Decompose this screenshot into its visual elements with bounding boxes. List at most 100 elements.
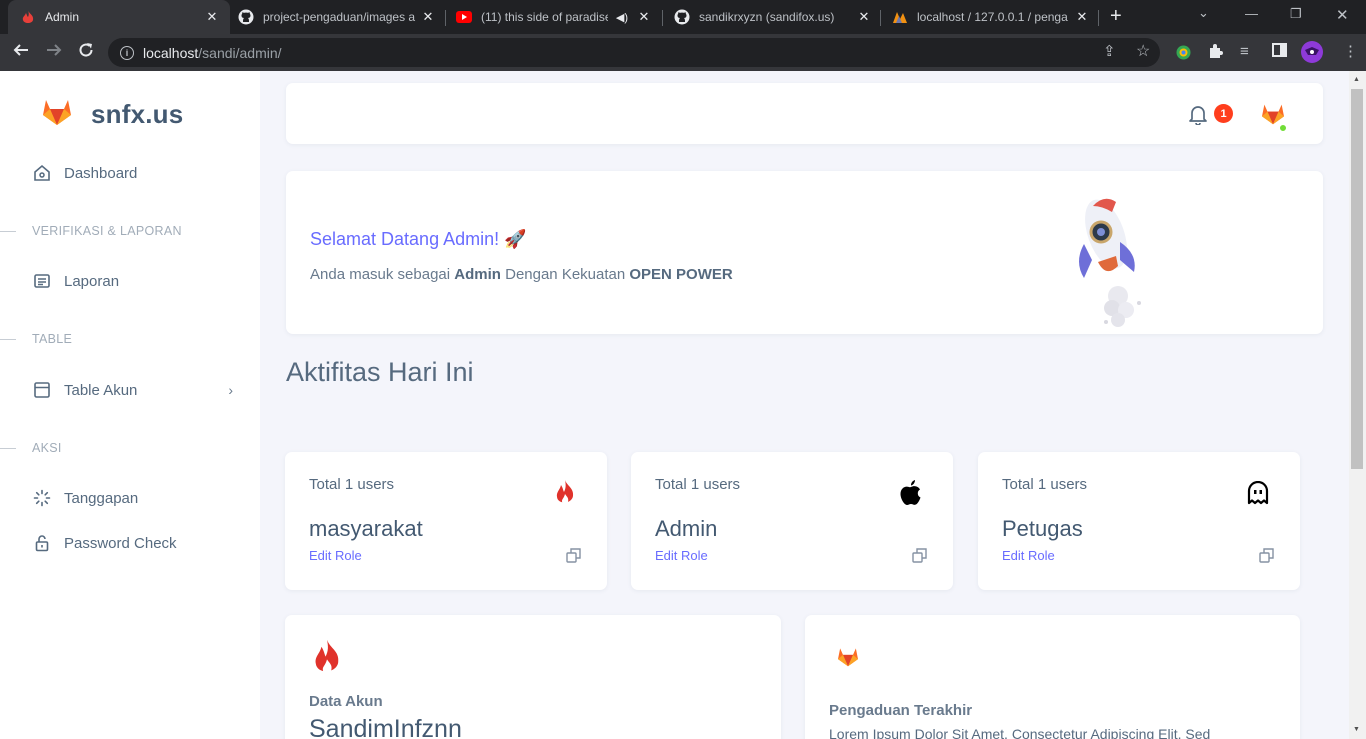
divider <box>0 230 16 232</box>
menu-header-label: VERIFIKASI & LAPORAN <box>32 224 182 238</box>
gitlab-fox-logo-icon <box>837 647 859 672</box>
extension-colorful-icon[interactable] <box>1175 44 1192 66</box>
data-akun-label: Data Akun <box>309 693 383 710</box>
data-akun-card: Data Akun SandimInfznn <box>285 615 781 739</box>
sidebar-item-label: Dashboard <box>64 164 138 182</box>
close-icon[interactable]: ✕ <box>420 9 436 25</box>
youtube-icon <box>456 9 472 25</box>
section-title: Aktifitas Hari Ini <box>286 357 474 387</box>
apple-icon <box>897 478 925 508</box>
close-icon[interactable]: ✕ <box>856 9 872 25</box>
document-icon <box>33 272 51 290</box>
profile-avatar-icon[interactable] <box>1300 40 1324 69</box>
sidebar: snfx.us Dashboard VERIFIKASI & LAPORAN L… <box>0 71 260 739</box>
gitlab-fox-logo-icon <box>42 98 72 131</box>
page-scrollbar[interactable]: ▲ ▼ <box>1349 71 1366 739</box>
menu-header-label: TABLE <box>32 332 73 346</box>
copy-icon[interactable] <box>566 548 581 568</box>
minimize-icon[interactable]: — <box>1245 6 1258 21</box>
url-input[interactable]: i localhost/sandi/admin/ <box>108 38 1160 67</box>
sidebar-item-dashboard[interactable]: Dashboard <box>33 164 233 182</box>
sidebar-item-laporan[interactable]: Laporan <box>33 272 233 290</box>
chevron-right-icon: › <box>228 382 233 398</box>
sidebar-item-table-akun[interactable]: Table Akun › <box>33 381 233 399</box>
url-host: localhost <box>143 44 199 61</box>
scroll-thumb[interactable] <box>1351 89 1363 469</box>
extensions-puzzle-icon[interactable] <box>1208 43 1224 64</box>
menu-header-table: TABLE <box>0 332 72 346</box>
tab-admin[interactable]: Admin ✕ <box>8 0 230 34</box>
bookmark-star-icon[interactable]: ☆ <box>1136 43 1150 61</box>
sidebar-item-password-check[interactable]: Password Check <box>33 534 233 552</box>
welcome-role: Admin <box>454 266 501 283</box>
github-icon <box>238 9 254 25</box>
back-icon[interactable] <box>13 42 29 63</box>
new-tab-icon[interactable]: + <box>1110 5 1122 28</box>
copy-icon[interactable] <box>912 548 927 568</box>
forward-icon[interactable] <box>46 42 62 63</box>
edit-role-link[interactable]: Edit Role <box>1002 548 1055 563</box>
reload-icon[interactable] <box>78 42 94 63</box>
tab-separator <box>662 10 663 26</box>
welcome-text-prefix: Anda masuk sebagai <box>310 266 455 283</box>
online-status-dot <box>1279 124 1287 132</box>
flame-icon <box>313 638 341 683</box>
table-icon <box>33 381 51 399</box>
speaker-icon[interactable]: ◀) <box>616 11 628 24</box>
tab-separator <box>1098 10 1099 26</box>
tab-title: localhost / 127.0.0.1 / penga <box>917 10 1068 24</box>
tab-title: sandikrxyzn (sandifox.us) <box>699 10 835 24</box>
edit-role-link[interactable]: Edit Role <box>309 548 362 563</box>
stat-card-masyarakat: Total 1 users masyarakat Edit Role <box>285 452 607 590</box>
pengaduan-text: Lorem Ipsum Dolor Sit Amet, Consectetur … <box>829 726 1211 739</box>
brand-name: snfx.us <box>91 99 184 129</box>
close-icon[interactable]: ✕ <box>204 9 220 25</box>
welcome-card: Selamat Datang Admin! 🚀 Anda masuk sebag… <box>286 171 1323 334</box>
tab-phpmyadmin[interactable]: localhost / 127.0.0.1 / penga ✕ <box>888 0 1096 34</box>
media-queue-icon[interactable]: ≡ <box>1240 43 1249 61</box>
stat-card-admin: Total 1 users Admin Edit Role <box>631 452 953 590</box>
welcome-power: OPEN POWER <box>629 266 733 283</box>
tab-github-profile[interactable]: sandikrxyzn (sandifox.us) ✕ <box>670 0 878 34</box>
flame-icon <box>551 478 579 508</box>
tab-title: Admin <box>45 10 80 24</box>
brand[interactable]: snfx.us <box>42 98 183 131</box>
tab-search-icon[interactable]: ⌄ <box>1198 5 1209 21</box>
stat-total: Total 1 users <box>655 476 741 493</box>
scroll-down-icon[interactable]: ▼ <box>1353 726 1360 733</box>
divider <box>0 447 16 449</box>
stat-role-name: Petugas <box>1002 516 1083 541</box>
menu-header-verifikasi: VERIFIKASI & LAPORAN <box>0 224 182 238</box>
scroll-up-icon[interactable]: ▲ <box>1353 76 1360 83</box>
divider <box>0 338 16 340</box>
edit-role-link[interactable]: Edit Role <box>655 548 708 563</box>
address-bar: i localhost/sandi/admin/ ⇪ ☆ ≡ ⋮ <box>0 34 1366 71</box>
tab-github-project[interactable]: project-pengaduan/images a ✕ <box>234 0 442 34</box>
welcome-text: Anda masuk sebagai Admin Dengan Kekuatan… <box>310 266 733 283</box>
stat-total: Total 1 users <box>1002 476 1088 493</box>
window-close-icon[interactable]: ✕ <box>1336 6 1349 24</box>
tab-title: project-pengaduan/images a <box>263 10 416 24</box>
menu-header-aksi: AKSI <box>0 441 62 455</box>
copy-icon[interactable] <box>1259 548 1274 568</box>
bell-icon[interactable] <box>1187 103 1209 130</box>
github-icon <box>674 9 690 25</box>
sidebar-item-label: Password Check <box>64 534 177 552</box>
loader-icon <box>33 489 51 507</box>
share-icon[interactable]: ⇪ <box>1103 43 1116 61</box>
data-akun-value: SandimInfznn <box>309 715 462 739</box>
top-navbar: 1 <box>286 83 1323 144</box>
tab-youtube[interactable]: (11) this side of paradise ◀) ✕ <box>452 0 658 34</box>
side-panel-icon[interactable] <box>1272 43 1287 62</box>
maximize-icon[interactable]: ❐ <box>1290 6 1302 22</box>
site-info-icon[interactable]: i <box>120 45 134 60</box>
close-icon[interactable]: ✕ <box>636 9 652 25</box>
sidebar-item-tanggapan[interactable]: Tanggapan <box>33 489 233 507</box>
flame-icon <box>20 9 36 25</box>
rocket-illustration <box>1076 196 1166 336</box>
welcome-title: Selamat Datang Admin! 🚀 <box>310 229 527 249</box>
browser-menu-icon[interactable]: ⋮ <box>1343 43 1358 61</box>
stat-role-name: masyarakat <box>309 516 423 541</box>
ghost-icon <box>1244 478 1272 508</box>
close-icon[interactable]: ✕ <box>1074 9 1090 25</box>
